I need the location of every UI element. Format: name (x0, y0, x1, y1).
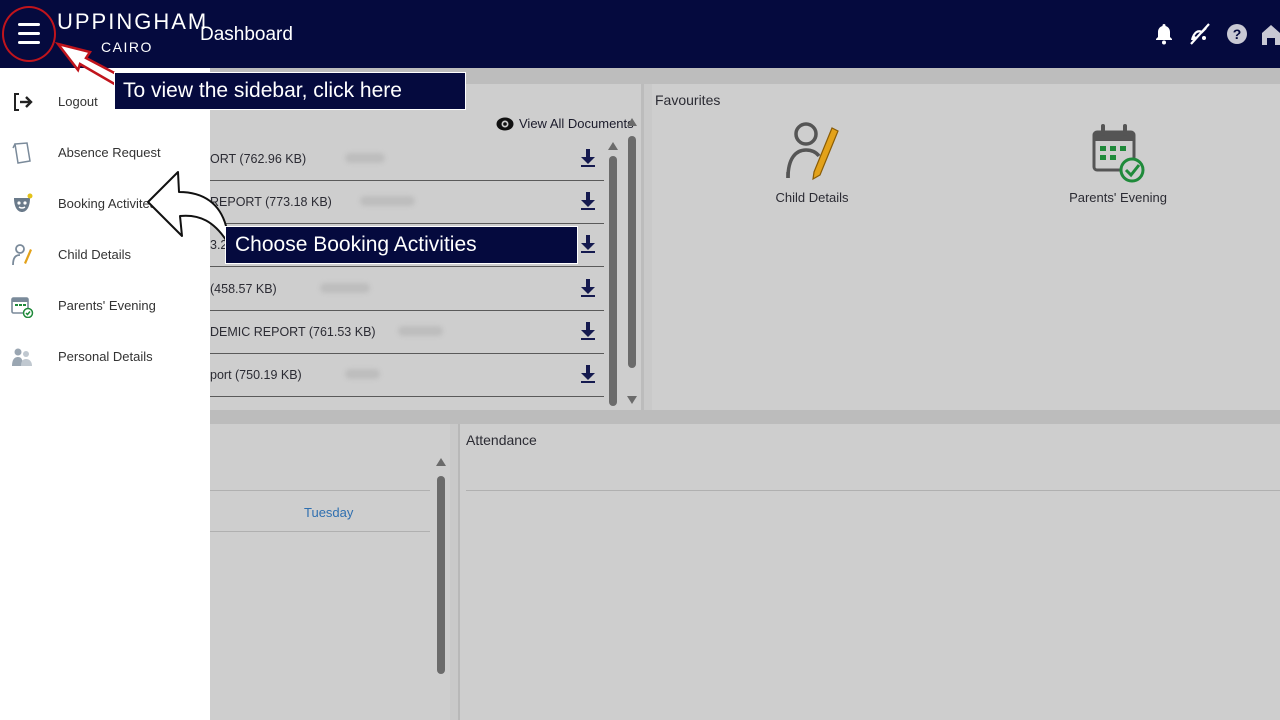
callout-view-sidebar: To view the sidebar, click here (114, 72, 466, 110)
arrow-to-booking (147, 171, 227, 241)
callout-choose-booking: Choose Booking Activities (225, 226, 578, 264)
